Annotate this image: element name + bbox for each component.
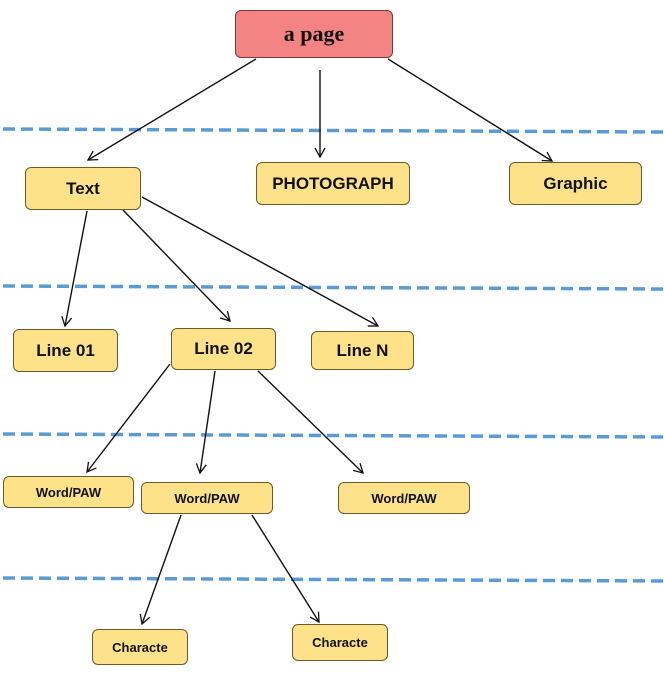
node-word-paw-2: Word/PAW [141, 482, 273, 514]
node-word-paw-3: Word/PAW [338, 482, 470, 514]
edge-word2-char2 [251, 514, 320, 624]
node-line-01: Line 01 [13, 329, 118, 372]
node-a-page: a page [235, 10, 393, 58]
edge-word2-char1 [139, 514, 182, 626]
level-separator [2, 284, 664, 291]
edge-line02-word1 [86, 363, 171, 474]
node-text: Text [25, 167, 141, 210]
node-character-1: Characte [92, 629, 188, 665]
level-separator [2, 127, 664, 134]
level-separator [2, 432, 664, 439]
node-line-02: Line 02 [171, 328, 276, 370]
node-word-paw-1: Word/PAW [3, 476, 134, 508]
edge-line02-word3 [257, 370, 364, 474]
node-graphic: Graphic [509, 162, 642, 205]
edge-line02-word2 [195, 370, 216, 475]
edge-text-linen [141, 196, 380, 327]
node-character-2: Characte [292, 624, 388, 661]
edge-root-graphic [387, 58, 554, 162]
level-separator [2, 576, 664, 583]
edge-root-text [86, 58, 257, 161]
edge-text-line02 [122, 209, 231, 322]
edge-text-line01 [61, 210, 88, 328]
node-line-n: Line N [311, 331, 414, 370]
node-photograph: PHOTOGRAPH [256, 162, 410, 205]
